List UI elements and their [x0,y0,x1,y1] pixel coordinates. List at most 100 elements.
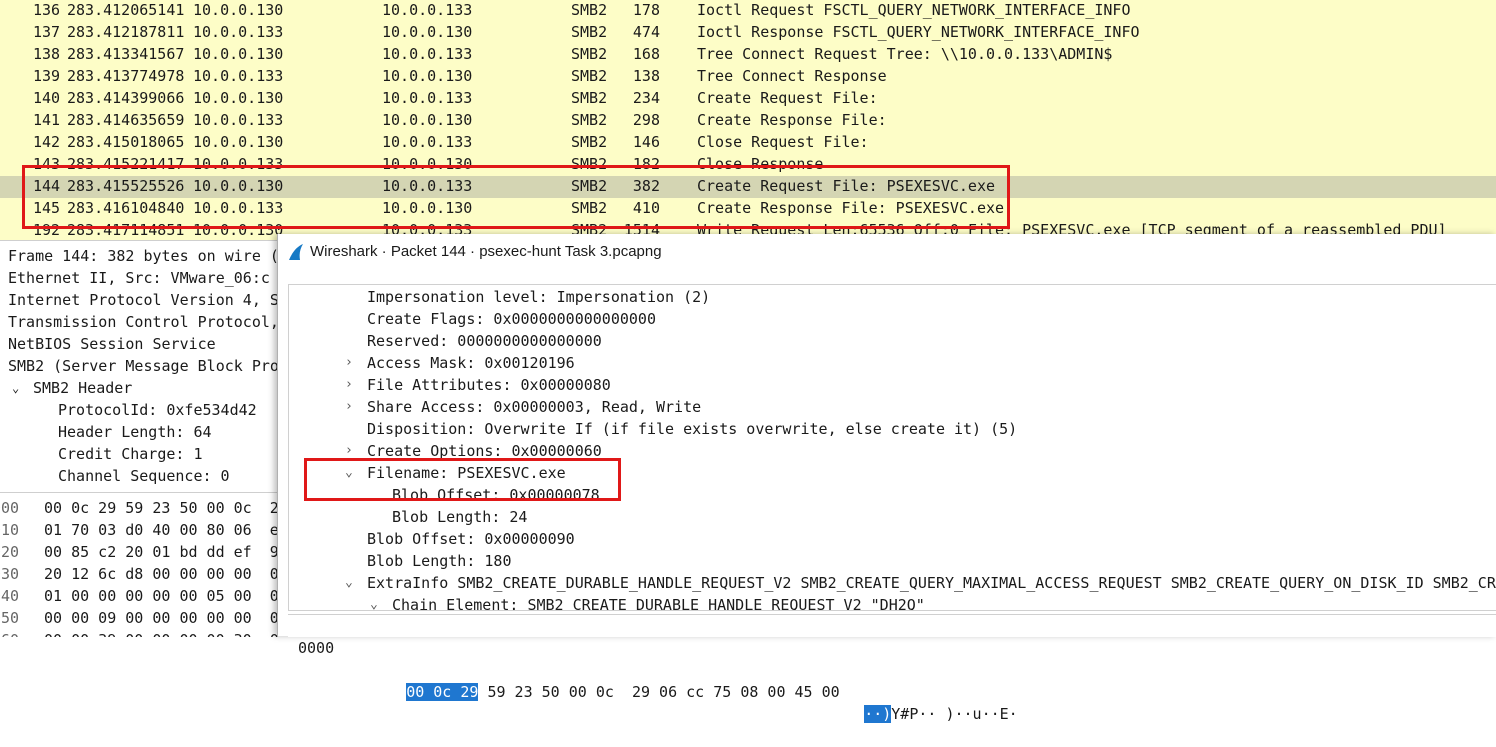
packet-destination: 10.0.0.130 [382,23,473,41]
tree-node[interactable]: Reserved: 0000000000000000 [367,330,602,352]
chevron-down-icon[interactable]: ⌄ [370,594,378,610]
packet-detail-tree[interactable]: Impersonation level: Impersonation (2) Cr… [288,284,1496,611]
packet-time: 283.412065141 [67,1,185,19]
packet-row[interactable]: 143 283.415221417 10.0.0.133 10.0.0.130 SMB2… [0,154,1496,176]
tree-node[interactable]: Create Flags: 0x0000000000000000 [367,308,656,330]
hex-bytes[interactable]: 20 12 6c d8 00 00 00 00 0 [44,563,279,585]
detail-line[interactable]: Channel Sequence: 0 [58,465,230,487]
packet-row[interactable]: 137 283.412187811 10.0.0.133 10.0.0.130 SMB2… [0,22,1496,44]
packet-time: 283.414635659 [67,111,185,129]
packet-source: 10.0.0.130 [193,133,284,151]
packet-length: 138 [632,67,660,85]
tree-node[interactable]: Create Options: 0x00000060 [367,440,602,462]
hex-bytes[interactable]: 00 85 c2 20 01 bd dd ef 9 [44,541,279,563]
hex-bytes[interactable]: 01 70 03 d0 40 00 80 06 e [44,519,279,541]
hex-row[interactable]: 000 00 0c 29 59 23 50 00 0c 2 [0,497,280,519]
detail-line[interactable]: Header Length: 64 [58,421,212,443]
dialog-hex-row[interactable]: 0000 00 0c 29 59 23 50 00 0c 29 06 cc 75… [288,614,1496,723]
packet-source: 10.0.0.133 [193,111,284,129]
packet-bytes-pane[interactable]: 000 00 0c 29 59 23 50 00 0c 2 010 01 70 03 … [0,492,280,637]
packet-protocol: SMB2 [571,23,608,41]
detail-line[interactable]: SMB2 Header [33,377,132,399]
chevron-down-icon[interactable]: ⌄ [12,377,19,399]
tree-node[interactable]: Access Mask: 0x00120196 [367,352,575,374]
packet-destination: 10.0.0.130 [382,111,473,129]
hex-row[interactable]: 010 01 70 03 d0 40 00 80 06 e [0,519,280,541]
detail-line[interactable]: SMB2 (Server Message Block Pro [8,355,279,377]
packet-time: 283.412187811 [67,23,185,41]
tree-node[interactable]: Blob Length: 24 [392,506,527,528]
packet-row[interactable]: 139 283.413774978 10.0.0.133 10.0.0.130 SMB2… [0,66,1496,88]
detail-line[interactable]: Credit Charge: 1 [58,443,203,465]
tree-node[interactable]: Impersonation level: Impersonation (2) [367,286,710,308]
packet-protocol: SMB2 [571,177,608,195]
hex-row[interactable]: 040 01 00 00 00 00 00 05 00 0 [0,585,280,607]
packet-time: 283.417114851 [67,221,185,239]
chevron-down-icon[interactable]: ⌄ [345,572,353,594]
tree-node[interactable]: Share Access: 0x00000003, Read, Write [367,396,701,418]
chevron-right-icon[interactable]: › [345,374,353,396]
detail-line[interactable]: Ethernet II, Src: VMware_06:c [8,267,270,289]
packet-length: 410 [632,199,660,217]
packet-info: Create Response File: [697,111,887,129]
tree-node[interactable]: ExtraInfo SMB2_CREATE_DURABLE_HANDLE_REQ… [367,572,1496,594]
packet-length: 146 [632,133,660,151]
tree-node[interactable]: Disposition: Overwrite If (if file exist… [367,418,1017,440]
packet-length: 298 [632,111,660,129]
packet-time: 283.413341567 [67,45,185,63]
hex-row[interactable]: 050 00 00 09 00 00 00 00 00 0 [0,607,280,629]
packet-dialog[interactable]: Wireshark · Packet 144 · psexec-hunt Tas… [277,234,1496,723]
packet-no: 138 [33,45,61,63]
packet-row[interactable]: 145 283.416104840 10.0.0.133 10.0.0.130 SMB2… [0,198,1496,220]
hex-row[interactable]: 020 00 85 c2 20 01 bd dd ef 9 [0,541,280,563]
tree-node[interactable]: Filename: PSEXESVC.exe [367,462,566,484]
packet-row[interactable]: 140 283.414399066 10.0.0.130 10.0.0.133 SMB2… [0,88,1496,110]
packet-no: 136 [33,1,61,19]
ascii-bytes[interactable]: Y#P·· )··u··E· [891,705,1017,723]
packet-no: 137 [33,23,61,41]
packet-row[interactable]: 136 283.412065141 10.0.0.130 10.0.0.133 SMB2… [0,0,1496,22]
packet-detail-pane[interactable]: Frame 144: 382 bytes on wire (Ethernet I… [0,240,280,493]
packet-info: Tree Connect Response [697,67,887,85]
hex-selected-bytes[interactable]: 00 0c 29 [406,683,479,701]
ascii-selected[interactable]: ··) [864,705,892,723]
packet-source: 10.0.0.130 [193,221,284,239]
tree-node[interactable]: Blob Offset: 0x00000090 [367,528,575,550]
packet-row[interactable]: 138 283.413341567 10.0.0.130 10.0.0.133 SMB2… [0,44,1496,66]
packet-source: 10.0.0.130 [193,45,284,63]
detail-line[interactable]: ProtocolId: 0xfe534d42 [58,399,257,421]
tree-node[interactable]: Blob Length: 180 [367,550,512,572]
chevron-right-icon[interactable]: › [345,352,353,374]
chevron-down-icon[interactable]: ⌄ [345,462,353,484]
chevron-right-icon[interactable]: › [345,440,353,462]
packet-source: 10.0.0.130 [193,1,284,19]
hex-bytes[interactable]: 00 00 09 00 00 00 00 00 0 [44,607,279,629]
hex-bytes[interactable]: 59 23 50 00 0c 29 06 cc 75 08 00 45 00 [478,683,839,701]
dialog-titlebar[interactable]: Wireshark · Packet 144 · psexec-hunt Tas… [278,234,1496,272]
hex-row[interactable]: 030 20 12 6c d8 00 00 00 00 0 [0,563,280,585]
detail-line[interactable]: Internet Protocol Version 4, S [8,289,279,311]
packet-list[interactable]: 136 283.412065141 10.0.0.130 10.0.0.133 SMB2… [0,0,1496,240]
hex-offset: 050 [0,609,20,627]
packet-row[interactable]: 144 283.415525526 10.0.0.130 10.0.0.133 SMB2… [0,176,1496,198]
packet-destination: 10.0.0.133 [382,177,473,195]
packet-row[interactable]: 141 283.414635659 10.0.0.133 10.0.0.130 SMB2… [0,110,1496,132]
packet-no: 140 [33,89,61,107]
packet-no: 145 [33,199,61,217]
packet-source: 10.0.0.133 [193,155,284,173]
packet-info: Close Request File: [697,133,869,151]
hex-bytes[interactable]: 00 0c 29 59 23 50 00 0c 2 [44,497,279,519]
detail-line[interactable]: Transmission Control Protocol, [8,311,279,333]
hex-bytes[interactable]: 01 00 00 00 00 00 05 00 0 [44,585,279,607]
packet-row[interactable]: 142 283.415018065 10.0.0.130 10.0.0.133 SMB2… [0,132,1496,154]
packet-protocol: SMB2 [571,133,608,151]
detail-line[interactable]: NetBIOS Session Service [8,333,216,355]
packet-protocol: SMB2 [571,89,608,107]
packet-time: 283.415221417 [67,155,185,173]
chevron-right-icon[interactable]: › [345,396,353,418]
tree-node[interactable]: File Attributes: 0x00000080 [367,374,611,396]
detail-line[interactable]: Frame 144: 382 bytes on wire ( [8,245,279,267]
tree-node[interactable]: Blob Offset: 0x00000078 [392,484,600,506]
hex-offset: 000 [0,499,20,517]
tree-node[interactable]: Chain Element: SMB2_CREATE_DURABLE_HANDL… [392,594,925,610]
